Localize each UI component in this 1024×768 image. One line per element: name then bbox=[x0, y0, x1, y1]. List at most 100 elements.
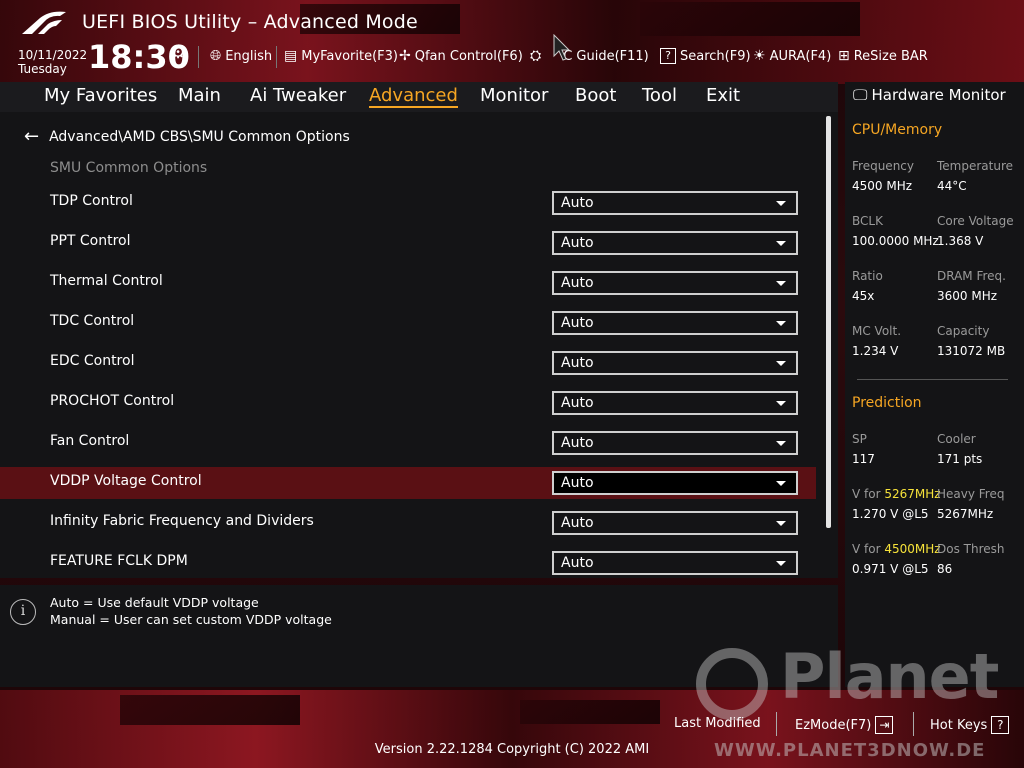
option-dropdown[interactable]: Auto bbox=[552, 191, 798, 215]
option-label: VDDP Voltage Control bbox=[50, 473, 202, 489]
chevron-down-icon bbox=[776, 241, 786, 246]
tab-my-favorites[interactable]: My Favorites bbox=[44, 85, 157, 106]
option-dropdown[interactable]: Auto bbox=[552, 271, 798, 295]
myfavorite-label: MyFavorite(F3) bbox=[301, 48, 398, 64]
hw-label: Heavy Freq bbox=[937, 487, 1005, 501]
option-label: EDC Control bbox=[50, 353, 135, 369]
gear-icon[interactable]: ⚙ bbox=[170, 42, 186, 63]
hw-value: 1.270 V @L5 bbox=[852, 507, 929, 521]
tab-boot[interactable]: Boot bbox=[575, 85, 616, 106]
top-bar: UEFI BIOS Utility – Advanced Mode 10/11/… bbox=[0, 0, 1024, 82]
option-row[interactable]: EDC Control Auto bbox=[0, 347, 816, 379]
language-label: English bbox=[225, 48, 273, 64]
help-line: Manual = User can set custom VDDP voltag… bbox=[50, 612, 332, 627]
option-row[interactable]: TDP Control Auto bbox=[0, 187, 816, 219]
aura-icon: ☀ bbox=[753, 48, 766, 64]
option-row[interactable]: PROCHOT Control Auto bbox=[0, 387, 816, 419]
hw-value: 100.0000 MHz bbox=[852, 234, 939, 248]
date-display: 10/11/2022 Tuesday bbox=[18, 48, 87, 76]
chevron-down-icon bbox=[776, 281, 786, 286]
option-row[interactable]: Fan Control Auto bbox=[0, 427, 816, 459]
toolbar-divider bbox=[276, 46, 277, 68]
hw-value: 1.368 V bbox=[937, 234, 984, 248]
aura-button[interactable]: ☀ AURA(F4) bbox=[753, 48, 831, 64]
scrollbar[interactable] bbox=[826, 116, 831, 528]
help-panel: i Auto = Use default VDDP voltage Manual… bbox=[0, 585, 838, 687]
option-row[interactable]: PPT Control Auto bbox=[0, 227, 816, 259]
option-label: Fan Control bbox=[50, 433, 130, 449]
hw-value: 4500 MHz bbox=[852, 179, 913, 193]
toolbar-divider bbox=[198, 46, 199, 68]
option-row[interactable]: TDC Control Auto bbox=[0, 307, 816, 339]
search-label: Search(F9) bbox=[680, 48, 751, 64]
rog-logo-icon bbox=[22, 11, 66, 34]
option-dropdown[interactable]: Auto bbox=[552, 511, 798, 535]
option-dropdown[interactable]: Auto bbox=[552, 431, 798, 455]
option-label: TDP Control bbox=[50, 193, 133, 209]
myfavorite-button[interactable]: ▤ MyFavorite(F3) bbox=[284, 48, 398, 64]
exit-arrow-icon: ⇥ bbox=[875, 716, 894, 734]
tab-main[interactable]: Main bbox=[178, 85, 221, 106]
tab-advanced[interactable]: Advanced bbox=[369, 85, 458, 108]
option-dropdown[interactable]: Auto bbox=[552, 471, 798, 495]
mouse-cursor-icon bbox=[553, 34, 571, 61]
hardware-monitor-panel: 🖵︎ Hardware Monitor CPU/Memory Frequency… bbox=[845, 82, 1024, 687]
option-dropdown[interactable]: Auto bbox=[552, 391, 798, 415]
qfan-control-button[interactable]: ✢ Qfan Control(F6) bbox=[399, 48, 523, 64]
language-button[interactable]: 🌐︎ English bbox=[210, 48, 272, 64]
qfan-label: Qfan Control(F6) bbox=[414, 48, 523, 64]
option-dropdown[interactable]: Auto bbox=[552, 231, 798, 255]
hw-value: 117 bbox=[852, 452, 875, 466]
chevron-down-icon bbox=[776, 401, 786, 406]
hw-label: Temperature bbox=[937, 159, 1014, 173]
search-button[interactable]: ? Search(F9) bbox=[660, 48, 751, 64]
tab-tool[interactable]: Tool bbox=[642, 85, 677, 106]
option-row[interactable]: FEATURE FCLK DPM Auto bbox=[0, 547, 816, 579]
tab-ai-tweaker[interactable]: Ai Tweaker bbox=[250, 85, 346, 106]
fan-icon: ✢ bbox=[399, 48, 411, 64]
hw-label: MC Volt. bbox=[852, 324, 902, 338]
hw-value: 3600 MHz bbox=[937, 289, 998, 303]
option-row[interactable]: Thermal Control Auto bbox=[0, 267, 816, 299]
option-dropdown[interactable]: Auto bbox=[552, 351, 798, 375]
chevron-down-icon bbox=[776, 521, 786, 526]
tab-monitor[interactable]: Monitor bbox=[480, 85, 548, 106]
oc-guide-button[interactable]: ⛭ C Guide(F11) bbox=[530, 48, 649, 64]
hw-label: BCLK bbox=[852, 214, 883, 228]
hw-label: Capacity bbox=[937, 324, 990, 338]
hw-label: DRAM Freq. bbox=[937, 269, 1006, 283]
ezmode-button[interactable]: EzMode(F7) ⇥ bbox=[795, 716, 894, 734]
hot-keys-label: Hot Keys bbox=[930, 717, 988, 733]
option-dropdown[interactable]: Auto bbox=[552, 311, 798, 335]
aura-label: AURA(F4) bbox=[769, 48, 832, 64]
v-for-freq: 4500MHz bbox=[884, 542, 941, 556]
option-dropdown[interactable]: Auto bbox=[552, 551, 798, 575]
last-modified-button[interactable]: Last Modified bbox=[674, 716, 761, 731]
resize-bar-button[interactable]: ⊞ ReSize BAR bbox=[838, 48, 928, 64]
option-row[interactable]: Infinity Fabric Frequency and Dividers Au… bbox=[0, 507, 816, 539]
hw-value: 86 bbox=[937, 562, 953, 576]
breadcrumb: ← Advanced\AMD CBS\SMU Common Options bbox=[24, 126, 350, 147]
footer-divider bbox=[913, 712, 914, 736]
option-label: TDC Control bbox=[50, 313, 135, 329]
day-text: Tuesday bbox=[18, 62, 67, 76]
hardware-monitor-title: 🖵︎ Hardware Monitor bbox=[853, 86, 1006, 104]
cpu-memory-heading: CPU/Memory bbox=[852, 122, 943, 138]
dropdown-value: Auto bbox=[561, 515, 594, 531]
option-label: Thermal Control bbox=[50, 273, 163, 289]
monitor-icon: 🖵︎ bbox=[853, 86, 868, 104]
dropdown-value: Auto bbox=[561, 555, 594, 571]
prediction-heading: Prediction bbox=[852, 395, 922, 411]
tab-exit[interactable]: Exit bbox=[706, 85, 740, 106]
back-arrow-icon[interactable]: ← bbox=[24, 126, 39, 147]
search-icon: ? bbox=[660, 48, 676, 64]
globe-icon: 🌐︎ bbox=[210, 48, 222, 64]
option-label: FEATURE FCLK DPM bbox=[50, 553, 188, 569]
resize-bar-icon: ⊞ bbox=[838, 48, 850, 64]
v-for-freq: 5267MHz bbox=[884, 487, 941, 501]
option-row[interactable]: VDDP Voltage Control Auto bbox=[0, 467, 816, 499]
hw-value: 44°C bbox=[937, 179, 967, 193]
hw-label: SP bbox=[852, 432, 867, 446]
hot-keys-button[interactable]: Hot Keys ? bbox=[930, 716, 1010, 734]
hw-value: 131072 MB bbox=[937, 344, 1006, 358]
